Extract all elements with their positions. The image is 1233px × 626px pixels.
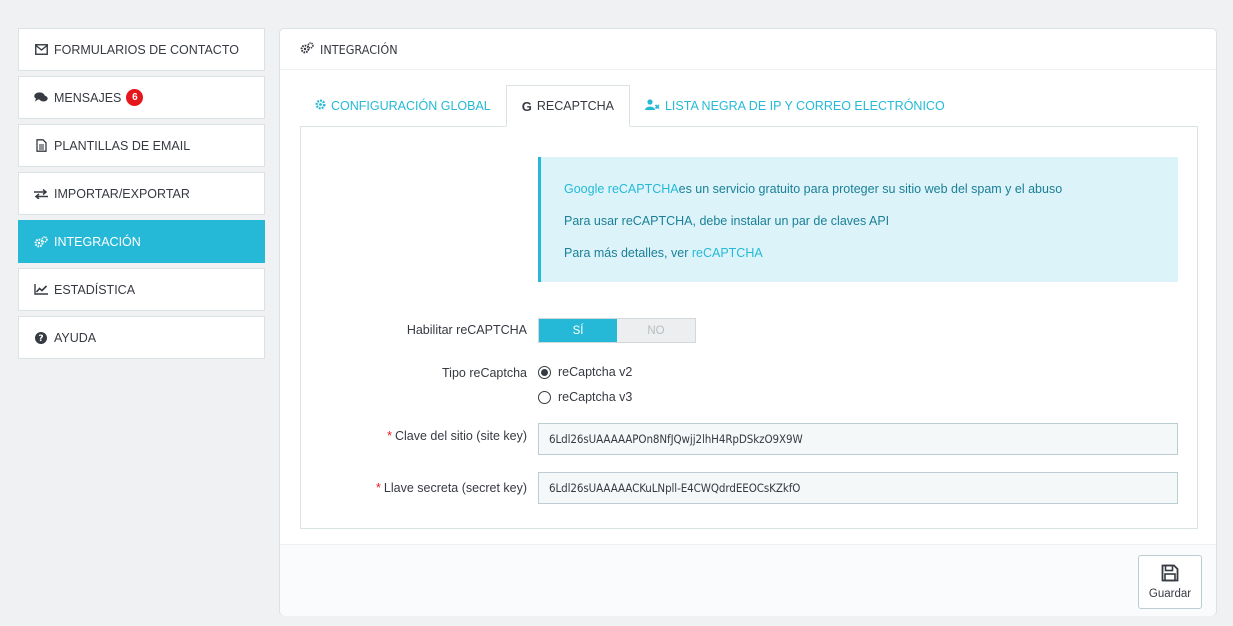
sidebar-item-plantillas[interactable]: PLANTILLAS DE EMAIL xyxy=(18,124,265,167)
radio-label: reCaptcha v2 xyxy=(558,365,633,379)
sidebar-item-label: FORMULARIOS DE CONTACTO xyxy=(54,42,239,57)
save-button[interactable]: Guardar xyxy=(1138,555,1202,609)
radio-label: reCaptcha v3 xyxy=(558,390,633,404)
tab-configuracion-global[interactable]: CONFIGURACIÓN GLOBAL xyxy=(300,85,506,127)
secret-key-label: * Llave secreta (secret key) xyxy=(376,481,527,495)
sidebar-item-label: ESTADÍSTICA xyxy=(54,282,136,297)
tab-label: LISTA NEGRA DE IP Y CORREO ELECTRÓNICO xyxy=(664,99,945,113)
radio-recaptcha-v3[interactable]: reCaptcha v3 xyxy=(538,390,632,404)
sidebar-item-integracion[interactable]: INTEGRACIÓN xyxy=(18,220,265,263)
info-text: Para más detalles, ver xyxy=(564,246,692,260)
info-alert: Google reCAPTCHAes un servicio gratuito … xyxy=(538,157,1178,282)
unread-count-badge: 6 xyxy=(126,89,144,106)
envelope-icon xyxy=(34,43,48,57)
radio-button-checked[interactable] xyxy=(538,365,551,379)
sidebar-item-label: MENSAJES xyxy=(54,90,122,105)
sidebar-item-mensajes[interactable]: MENSAJES 6 xyxy=(18,76,265,119)
site-key-label: * Clave del sitio (site key) xyxy=(387,429,527,443)
floppy-disk-icon xyxy=(1161,564,1179,588)
svg-text:?: ? xyxy=(38,334,43,344)
recaptcha-tab-content: Google reCAPTCHAes un servicio gratuito … xyxy=(300,126,1198,529)
sidebar-item-label: AYUDA xyxy=(54,330,97,345)
google-g-icon: G xyxy=(521,98,532,114)
info-line-2: Para usar reCAPTCHA, debe instalar un pa… xyxy=(564,214,890,228)
site-key-input[interactable]: 6Ldl26sUAAAAAPOn8NfJQwjj2lhH4RpDSkzO9X9W xyxy=(538,423,1178,455)
info-line-1: Google reCAPTCHAes un servicio gratuito … xyxy=(564,181,1178,213)
google-recaptcha-link[interactable]: Google reCAPTCHA xyxy=(564,182,679,196)
line-chart-icon xyxy=(34,283,48,297)
panel-header: INTEGRACIÓN xyxy=(280,29,1216,70)
label-text: Clave del sitio (site key) xyxy=(395,429,527,443)
tab-recaptcha[interactable]: G RECAPTCHA xyxy=(505,85,630,127)
radio-recaptcha-v2[interactable]: reCaptcha v2 xyxy=(538,365,632,379)
switch-no[interactable]: NO xyxy=(617,319,695,342)
user-block-icon xyxy=(644,99,665,113)
gears-icon xyxy=(34,235,48,249)
required-mark: * xyxy=(387,429,392,443)
cog-icon xyxy=(315,99,331,113)
enable-recaptcha-switch[interactable]: SÍ NO xyxy=(538,318,696,343)
sidebar-item-label: PLANTILLAS DE EMAIL xyxy=(54,138,191,153)
recaptcha-type-label: Tipo reCaptcha xyxy=(442,366,527,380)
sidebar-item-label: INTEGRACIÓN xyxy=(54,234,141,249)
switch-yes[interactable]: SÍ xyxy=(539,319,617,342)
tab-label: CONFIGURACIÓN GLOBAL xyxy=(331,99,491,113)
secret-key-input[interactable]: 6Ldl26sUAAAAACKuLNpll-E4CWQdrdEEOCsKZkfO xyxy=(538,472,1178,504)
required-mark: * xyxy=(376,481,381,495)
gears-icon xyxy=(300,41,320,57)
sidebar: FORMULARIOS DE CONTACTO MENSAJES 6 PLANT… xyxy=(18,28,265,364)
info-line-3: Para más detalles, ver reCAPTCHA xyxy=(564,245,1178,277)
tab-label: RECAPTCHA xyxy=(536,99,614,113)
integration-panel: INTEGRACIÓN CONFIGURACIÓN GLOBAL G RECAP… xyxy=(279,28,1217,616)
info-text: es un servicio gratuito para proteger su… xyxy=(678,182,1063,196)
question-circle-icon: ? xyxy=(34,331,48,345)
sidebar-item-ayuda[interactable]: ? AYUDA xyxy=(18,316,265,359)
save-label: Guardar xyxy=(1148,588,1192,600)
sidebar-item-formularios[interactable]: FORMULARIOS DE CONTACTO xyxy=(18,28,265,71)
radio-button[interactable] xyxy=(538,390,551,404)
comments-icon xyxy=(34,91,48,105)
recaptcha-link[interactable]: reCAPTCHA xyxy=(692,246,763,260)
label-text: Llave secreta (secret key) xyxy=(383,481,527,495)
tab-lista-negra[interactable]: LISTA NEGRA DE IP Y CORREO ELECTRÓNICO xyxy=(630,85,960,127)
sidebar-item-importar[interactable]: IMPORTAR/EXPORTAR xyxy=(18,172,265,215)
panel-title: INTEGRACIÓN xyxy=(320,41,398,57)
tab-bar: CONFIGURACIÓN GLOBAL G RECAPTCHA LISTA N… xyxy=(300,85,960,127)
document-icon xyxy=(34,139,48,153)
sidebar-item-label: IMPORTAR/EXPORTAR xyxy=(54,186,190,201)
enable-recaptcha-label: Habilitar reCAPTCHA xyxy=(406,323,527,337)
panel-footer: Guardar xyxy=(280,544,1216,616)
sidebar-item-estadistica[interactable]: ESTADÍSTICA xyxy=(18,268,265,311)
exchange-icon xyxy=(34,187,48,201)
